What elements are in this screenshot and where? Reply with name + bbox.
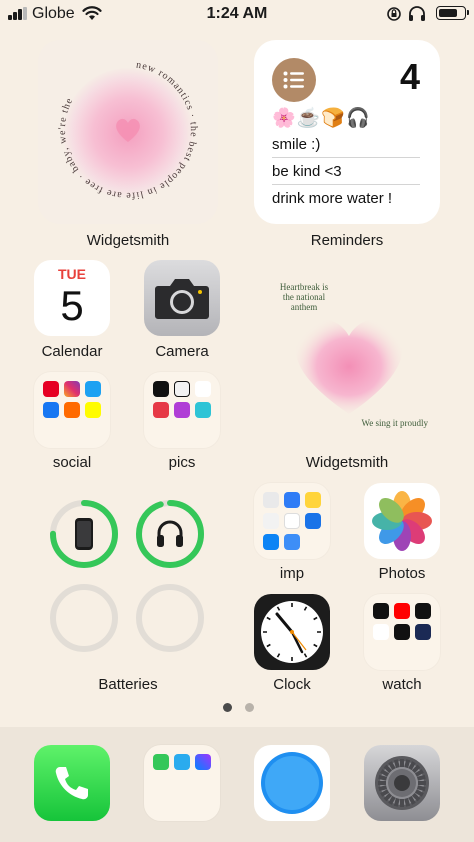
twitter-icon bbox=[85, 381, 101, 397]
photos-flower-icon bbox=[372, 491, 432, 551]
headphones-icon bbox=[157, 520, 183, 547]
status-right-icons bbox=[386, 5, 469, 23]
page-indicator[interactable] bbox=[0, 703, 474, 713]
editor-icon bbox=[153, 402, 169, 418]
photos-app-icon[interactable] bbox=[364, 483, 440, 559]
photos-label: Photos bbox=[378, 565, 426, 582]
app-store-icon bbox=[263, 534, 279, 550]
tiktok-icon bbox=[415, 603, 431, 619]
picsart-icon bbox=[174, 402, 190, 418]
page-dot[interactable] bbox=[245, 703, 254, 712]
files-icon bbox=[305, 513, 321, 529]
capcut-icon bbox=[195, 381, 211, 397]
lens-icon bbox=[174, 381, 190, 397]
youtube-music-icon bbox=[373, 624, 389, 640]
batteries-widget[interactable] bbox=[38, 484, 218, 668]
battery-ring-empty bbox=[50, 584, 118, 652]
reminder-item[interactable]: be kind <3 bbox=[272, 163, 420, 185]
reminders-widget[interactable]: 4 🌸☕🍞🎧 smile :) be kind <3 drink more wa… bbox=[254, 40, 440, 224]
clock-face-icon bbox=[261, 601, 323, 663]
watch-label: watch bbox=[382, 676, 422, 693]
calendar-label: Calendar bbox=[41, 343, 103, 360]
widgetsmith-circle-widget[interactable]: new romantics · the best people in life … bbox=[38, 40, 218, 224]
battery-icon bbox=[436, 6, 469, 20]
camera-label: Camera bbox=[155, 343, 209, 360]
heart-icon bbox=[116, 118, 140, 142]
calendar-app-icon[interactable]: TUE 5 bbox=[34, 260, 110, 336]
orientation-lock-icon bbox=[387, 7, 401, 21]
camera-app-icon[interactable] bbox=[144, 260, 220, 336]
reminders-mini-icon bbox=[263, 513, 279, 529]
messages-folder[interactable] bbox=[144, 745, 220, 821]
gear-icon bbox=[375, 756, 429, 810]
reminders-label: Reminders bbox=[310, 232, 384, 249]
notes-icon bbox=[305, 492, 321, 508]
netflix-icon bbox=[373, 603, 389, 619]
safari-app-icon[interactable] bbox=[254, 745, 330, 821]
compass-icon bbox=[261, 752, 323, 814]
page-dot[interactable] bbox=[223, 703, 232, 712]
headphones-status-icon bbox=[409, 6, 425, 21]
wattpad-icon bbox=[64, 402, 80, 418]
iphone-icon bbox=[75, 518, 93, 550]
battery-ring-empty bbox=[136, 584, 204, 652]
widgetsmith-mid-label: Widgetsmith bbox=[305, 454, 389, 471]
instagram-icon bbox=[64, 381, 80, 397]
social-folder[interactable] bbox=[34, 372, 110, 448]
watch-folder[interactable] bbox=[364, 594, 440, 670]
phone-icon bbox=[55, 767, 88, 800]
widgetsmith-top-label: Widgetsmith bbox=[86, 232, 170, 249]
batteries-label: Batteries bbox=[98, 676, 158, 693]
status-bar: Globe 1:24 AM bbox=[0, 0, 474, 28]
calendar-weekday: TUE bbox=[58, 266, 86, 282]
blurred-heart-icon bbox=[295, 319, 403, 414]
canva-icon bbox=[195, 402, 211, 418]
disney-icon bbox=[415, 624, 431, 640]
emoji-row: 🌸☕🍞🎧 bbox=[272, 108, 371, 129]
viu-icon bbox=[394, 624, 410, 640]
clock-app-icon[interactable] bbox=[254, 594, 330, 670]
vsco-icon bbox=[153, 381, 169, 397]
mail-icon bbox=[284, 534, 300, 550]
imp-folder[interactable] bbox=[254, 483, 330, 559]
facebook-icon bbox=[43, 402, 59, 418]
pics-folder[interactable] bbox=[144, 372, 220, 448]
google-icon bbox=[284, 513, 300, 529]
calendar-date: 5 bbox=[60, 282, 84, 329]
calculator-icon bbox=[263, 492, 279, 508]
social-label: social bbox=[52, 454, 92, 471]
pinterest-icon bbox=[43, 381, 59, 397]
camera-icon bbox=[155, 279, 209, 319]
widgetsmith-heart-widget[interactable]: Heartbreak is the national anthem We sin… bbox=[254, 262, 440, 446]
youtube-icon bbox=[394, 603, 410, 619]
messages-icon bbox=[153, 754, 169, 770]
list-icon bbox=[272, 58, 316, 102]
reminder-item[interactable]: smile :) bbox=[272, 136, 420, 158]
settings-app-icon[interactable] bbox=[364, 745, 440, 821]
clock-label: Clock bbox=[273, 676, 311, 693]
phone-app-icon[interactable] bbox=[34, 745, 110, 821]
reminder-count: 4 bbox=[399, 56, 420, 97]
telegram-icon bbox=[174, 754, 190, 770]
messenger-icon bbox=[195, 754, 211, 770]
reminder-item[interactable]: drink more water ! bbox=[272, 190, 420, 211]
weather-icon bbox=[284, 492, 300, 508]
imp-label: imp bbox=[279, 565, 305, 582]
pics-label: pics bbox=[168, 454, 196, 471]
snapchat-icon bbox=[85, 402, 101, 418]
widget-bottom-text: We sing it proudly bbox=[361, 418, 428, 428]
